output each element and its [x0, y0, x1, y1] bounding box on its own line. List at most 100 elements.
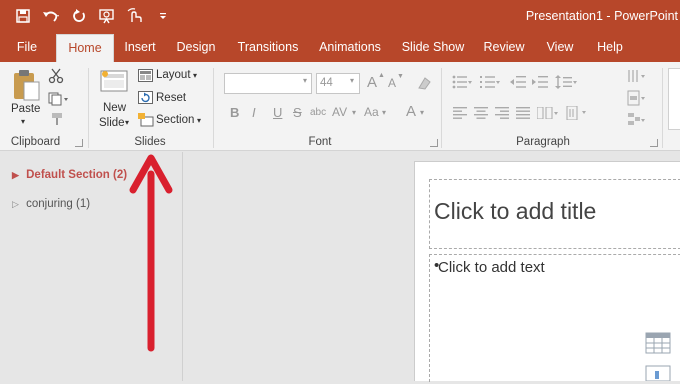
layout-icon	[138, 69, 153, 85]
font-size-value: 44	[320, 77, 333, 89]
insert-chart-icon[interactable]	[645, 365, 671, 384]
ribbon: Paste ▾ Clipboard New Slide ▾ Layout ▾ R…	[0, 62, 680, 151]
format-painter-icon[interactable]	[50, 112, 64, 129]
insert-table-icon[interactable]	[645, 332, 671, 357]
decrease-indent-icon[interactable]	[510, 75, 526, 92]
paste-dropdown-arrow[interactable]: ▾	[21, 117, 25, 126]
paste-label: Paste	[11, 103, 41, 115]
tab-insert[interactable]: Insert	[119, 34, 161, 62]
numbering-icon[interactable]	[480, 75, 500, 92]
section-button[interactable]: Section	[156, 114, 194, 126]
font-name-dropdown-arrow[interactable]: ▾	[303, 76, 307, 85]
content-placeholder[interactable]: • Click to add text	[429, 254, 680, 382]
bullets-icon[interactable]	[452, 75, 472, 92]
columns-icon[interactable]	[536, 106, 559, 122]
window-title: Presentation1 - PowerPoint	[525, 9, 678, 23]
tab-home[interactable]: Home	[56, 34, 114, 62]
tab-view[interactable]: View	[543, 34, 577, 62]
tab-slide-show[interactable]: Slide Show	[401, 34, 465, 62]
tab-transitions[interactable]: Transitions	[236, 34, 300, 62]
content-placeholder-label: Click to add text	[438, 259, 545, 276]
increase-font-size-button[interactable]: A	[367, 74, 377, 91]
smartart-icon[interactable]	[627, 112, 647, 131]
change-case-button[interactable]: Aa	[364, 105, 379, 119]
line-spacing-icon[interactable]	[555, 75, 577, 92]
layout-dropdown-arrow[interactable]: ▾	[193, 71, 197, 80]
new-slide-icon[interactable]	[100, 70, 128, 97]
customize-icon[interactable]	[154, 7, 172, 25]
quick-access-toolbar	[14, 7, 172, 25]
annotation-arrow-icon	[129, 154, 173, 352]
font-color-button[interactable]: A	[406, 103, 416, 120]
character-spacing-button[interactable]: AV	[332, 105, 347, 119]
strikethrough-button[interactable]: S	[293, 105, 302, 120]
reset-button[interactable]: Reset	[156, 92, 186, 104]
change-case-dropdown-arrow[interactable]: ▾	[382, 108, 386, 117]
cut-icon[interactable]	[48, 68, 64, 87]
clipboard-group-label: Clipboard	[10, 136, 61, 148]
content-placeholder-text: • Click to add text	[434, 257, 545, 276]
title-placeholder[interactable]: Click to add title	[429, 179, 680, 249]
section-dropdown-arrow[interactable]: ▾	[197, 116, 201, 125]
font-size-dropdown-arrow[interactable]: ▾	[350, 76, 354, 85]
text-shadow-button[interactable]: abc	[310, 107, 326, 118]
text-direction-vertical-icon[interactable]	[627, 68, 647, 87]
section-conjuring[interactable]: ▷ conjuring (1)	[12, 198, 90, 210]
group-divider	[88, 68, 89, 148]
text-direction-icon[interactable]	[565, 105, 587, 123]
align-left-icon[interactable]	[453, 107, 467, 122]
underline-button[interactable]: U	[273, 105, 282, 120]
grow-arrow-icon: ▲	[378, 72, 385, 79]
bold-button[interactable]: B	[230, 105, 239, 120]
section-default-label: Default Section (2)	[26, 169, 128, 181]
decrease-font-size-button[interactable]: A	[388, 76, 396, 90]
section-expanded-icon: ▶	[12, 170, 19, 180]
reset-icon	[138, 91, 153, 107]
tab-design[interactable]: Design	[173, 34, 219, 62]
group-divider	[213, 68, 214, 148]
align-center-icon[interactable]	[474, 107, 488, 122]
font-group-label: Font	[308, 136, 332, 148]
undo-icon[interactable]	[42, 7, 60, 25]
tab-animations[interactable]: Animations	[317, 34, 383, 62]
drawing-group-edge	[668, 68, 680, 130]
paragraph-group-label: Paragraph	[516, 136, 570, 148]
ribbon-tabs: File Home Insert Design Transitions Anim…	[0, 34, 680, 62]
italic-button[interactable]: I	[252, 105, 256, 120]
font-name-input[interactable]	[224, 73, 312, 94]
clear-formatting-icon[interactable]	[416, 75, 432, 94]
group-divider	[662, 68, 663, 148]
group-divider	[441, 68, 442, 148]
title-placeholder-text: Click to add title	[434, 198, 597, 224]
paragraph-dialog-launcher[interactable]	[650, 139, 658, 147]
align-right-icon[interactable]	[495, 107, 509, 122]
clipboard-dialog-launcher[interactable]	[75, 139, 83, 147]
justify-icon[interactable]	[516, 107, 530, 122]
paste-button[interactable]	[11, 68, 41, 105]
title-bar: Presentation1 - PowerPoint	[0, 0, 680, 34]
tab-help[interactable]: Help	[593, 34, 627, 62]
font-dialog-launcher[interactable]	[430, 139, 438, 147]
slides-group-label: Slides	[134, 136, 166, 148]
section-default[interactable]: ▶ Default Section (2)	[12, 169, 127, 181]
redo-icon[interactable]	[70, 7, 88, 25]
tab-review[interactable]: Review	[481, 34, 527, 62]
character-spacing-dropdown-arrow[interactable]: ▾	[352, 108, 356, 117]
tab-file[interactable]: File	[9, 34, 45, 62]
start-from-beginning-icon[interactable]	[98, 7, 116, 25]
increase-indent-icon[interactable]	[532, 75, 548, 92]
align-text-icon[interactable]	[627, 90, 647, 109]
slide-canvas[interactable]: Click to add title • Click to add text	[414, 161, 680, 384]
new-slide-label-2[interactable]: Slide	[99, 117, 125, 129]
layout-button[interactable]: Layout	[156, 69, 191, 81]
section-collapsed-icon: ▷	[12, 199, 19, 209]
font-color-dropdown-arrow[interactable]: ▾	[420, 108, 424, 117]
section-conjuring-label: conjuring (1)	[26, 198, 91, 210]
section-icon	[138, 113, 154, 130]
new-slide-dropdown-arrow[interactable]: ▾	[125, 118, 129, 127]
copy-icon[interactable]	[48, 92, 70, 109]
new-slide-label[interactable]: New	[103, 102, 126, 114]
save-icon[interactable]	[14, 7, 32, 25]
touch-mode-icon[interactable]	[126, 7, 144, 25]
shrink-arrow-icon: ▼	[397, 73, 404, 80]
